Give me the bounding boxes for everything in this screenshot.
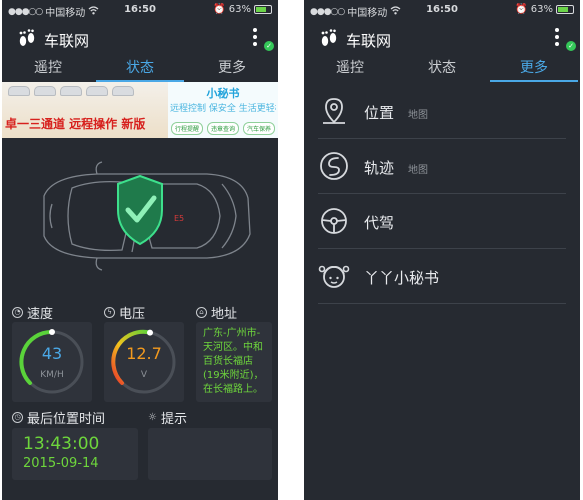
address-card[interactable]: 广东-广州市-天河区。中和百货长福店(19米附近)，在长福路上。: [196, 322, 272, 402]
banner-tag: 汽车保养: [242, 122, 275, 135]
tip-card: [148, 428, 272, 480]
menu-item-assistant[interactable]: 丫丫小秘书: [318, 249, 566, 304]
battery-icon: [254, 5, 272, 14]
menu-item-label: 轨迹: [364, 159, 395, 177]
footprint-logo-icon: [16, 28, 38, 50]
ad-banner[interactable]: 卓一三通道 远程操作 新版 小秘书 远程控制 保安全 生活更轻松 行程提醒 违章…: [2, 82, 278, 138]
footprint-logo-icon: [318, 28, 340, 50]
speed-value: 43: [41, 344, 63, 363]
alarm-icon: ⏰: [213, 4, 226, 15]
tab-status[interactable]: 状态: [396, 58, 488, 82]
tip-section-label: ☼ 提示: [148, 412, 187, 427]
banner-left-ad[interactable]: 卓一三通道 远程操作 新版: [2, 82, 168, 138]
tab-more[interactable]: 更多: [186, 58, 278, 82]
voltage-section-label: ϟ 电压: [104, 303, 145, 322]
voltage-unit: V: [140, 370, 148, 380]
app-bar: 车联网 ✓: [2, 20, 278, 58]
car-warning-mark: E5: [174, 214, 184, 223]
menu-button[interactable]: [554, 28, 562, 48]
app-title: 车联网: [346, 32, 392, 50]
steering-wheel-icon: [318, 205, 350, 237]
security-shield-icon: [117, 174, 163, 246]
battery-percent: 63%: [228, 4, 251, 15]
battery-icon: [556, 5, 574, 14]
menu-item-label: 位置: [364, 104, 395, 122]
online-check-icon: ✓: [566, 41, 576, 51]
banner-tag: 违章查询: [206, 122, 239, 135]
app-title: 车联网: [44, 32, 90, 50]
status-bar: ●●●○○ 中国移动 16:50 ⏰ 63%: [2, 0, 278, 20]
banner-slogan: 卓一三通道 远程操作 新版: [5, 117, 146, 131]
voltage-value: 12.7: [126, 344, 162, 363]
clock-icon: ◷: [12, 412, 23, 423]
car-status-view: E5: [2, 138, 278, 294]
menu-item-label: 丫丫小秘书: [364, 269, 440, 287]
banner-tag: 行程提醒: [171, 122, 204, 135]
track-icon: [318, 150, 350, 182]
building-icon: ⌂: [196, 307, 207, 318]
tab-bar: 遥控 状态 更多: [304, 58, 580, 82]
speed-gauge: 43 KM/H: [12, 322, 92, 402]
tab-remote[interactable]: 遥控: [304, 58, 396, 82]
tab-remote[interactable]: 遥控: [2, 58, 94, 82]
tab-bar: 遥控 状态 更多: [2, 58, 278, 82]
menu-item-location[interactable]: 位置 地图: [318, 84, 566, 139]
battery-percent: 63%: [530, 4, 553, 15]
address-section-label: ⌂ 地址: [196, 303, 237, 322]
menu-item-label: 代驾: [364, 214, 395, 232]
banner-assistant-subtitle: 远程控制 保安全 生活更轻松: [170, 104, 276, 114]
app-bar: 车联网 ✓: [304, 20, 580, 58]
last-position-card: 13:43:00 2015-09-14: [12, 428, 138, 480]
speed-section-label: ◔ 速度: [12, 303, 53, 322]
menu-item-sublabel: 地图: [408, 110, 428, 121]
last-position-date: 2015-09-14: [23, 456, 99, 471]
online-check-icon: ✓: [264, 41, 274, 51]
tab-status[interactable]: 状态: [94, 58, 186, 82]
alarm-icon: ⏰: [515, 4, 528, 15]
lightbulb-icon: ☼: [148, 412, 157, 423]
voltage-gauge: 12.7 V: [104, 322, 184, 402]
speed-unit: KM/H: [40, 370, 64, 380]
address-text: 广东-广州市-天河区。中和百货长福店(19米附近)，在长福路上。: [203, 328, 264, 395]
menu-item-designated-driver[interactable]: 代驾: [318, 194, 566, 249]
last-position-time: 13:43:00: [23, 434, 100, 454]
status-bar: ●●●○○ 中国移动 16:50 ⏰ 63%: [304, 0, 580, 20]
banner-cars-image: [8, 86, 134, 96]
banner-right-ad[interactable]: 小秘书 远程控制 保安全 生活更轻松 行程提醒 违章查询 汽车保养: [168, 82, 278, 138]
assistant-girl-icon: [318, 260, 350, 292]
more-screen: ●●●○○ 中国移动 16:50 ⏰ 63% 车联网 ✓ 遥控 状态 更多 位置 地…: [304, 0, 580, 500]
tab-more[interactable]: 更多: [488, 58, 580, 82]
menu-item-sublabel: 地图: [408, 165, 428, 176]
location-pin-icon: [318, 95, 350, 127]
speedometer-icon: ◔: [12, 307, 23, 318]
menu-item-track[interactable]: 轨迹 地图: [318, 139, 566, 194]
status-screen: ●●●○○ 中国移动 16:50 ⏰ 63% 车联网 ✓ 遥控 状态 更多 卓一三通…: [2, 0, 278, 500]
last-position-time-label: ◷ 最后位置时间: [12, 408, 105, 427]
car-outline-image: E5: [43, 161, 251, 271]
banner-assistant-title: 小秘书: [206, 87, 240, 100]
voltage-icon: ϟ: [104, 307, 115, 318]
menu-button[interactable]: [252, 28, 260, 48]
